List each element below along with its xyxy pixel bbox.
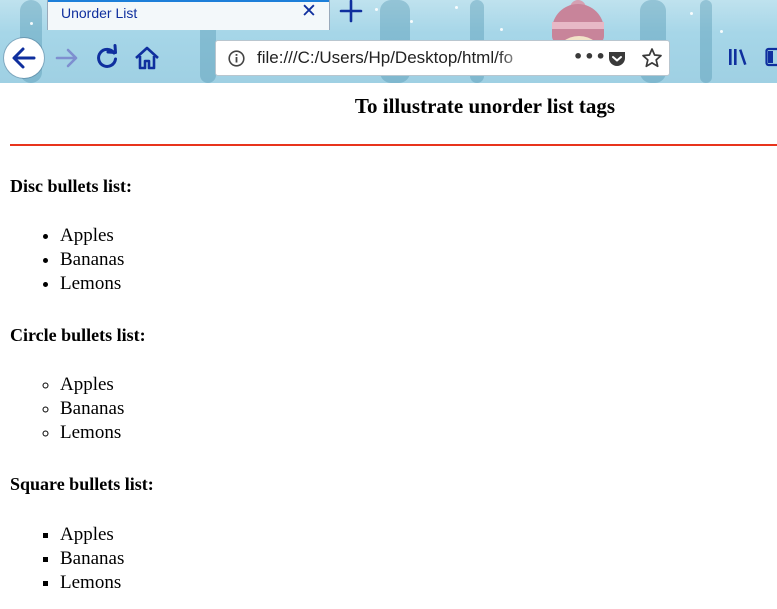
- list-item: Lemons: [60, 421, 124, 445]
- snowflake: [410, 20, 413, 23]
- reload-button[interactable]: [93, 44, 121, 72]
- plus-icon[interactable]: [338, 0, 364, 26]
- list-item: Apples: [60, 373, 124, 397]
- info-icon[interactable]: [228, 50, 245, 67]
- list-item: Apples: [60, 224, 124, 248]
- snowflake: [720, 30, 723, 33]
- list-item: Lemons: [60, 272, 124, 296]
- list-item: Lemons: [60, 571, 124, 595]
- horizontal-rule: [10, 144, 777, 146]
- url-input[interactable]: file:///C:/Users/Hp/Desktop/html/fo: [257, 47, 535, 69]
- list-item: Bananas: [60, 397, 124, 421]
- square-bullets-list: Apples Bananas Lemons: [20, 523, 124, 595]
- tab-title: Unorder List: [61, 5, 138, 21]
- home-button[interactable]: [133, 44, 161, 72]
- snowflake: [30, 22, 33, 25]
- disc-bullets-list: Apples Bananas Lemons: [20, 224, 124, 296]
- forward-arrow-icon: [55, 48, 78, 68]
- browser-toolbar: Unorder List ✕ file:///C:/Users/Hp/Deskt…: [0, 0, 777, 83]
- theme-tree: [700, 0, 712, 83]
- square-list-heading: Square bullets list:: [10, 474, 154, 494]
- snowflake: [455, 6, 458, 9]
- library-icon[interactable]: [727, 47, 749, 67]
- back-button[interactable]: [4, 38, 44, 78]
- list-item: Bananas: [60, 248, 124, 272]
- list-item: Apples: [60, 523, 124, 547]
- circle-bullets-list: Apples Bananas Lemons: [20, 373, 124, 445]
- circle-list-heading: Circle bullets list:: [10, 325, 146, 345]
- snowflake: [690, 12, 693, 15]
- home-icon: [135, 46, 159, 70]
- reload-icon: [97, 44, 117, 68]
- page-title: To illustrate unorder list tags: [354, 94, 616, 118]
- snowflake: [500, 28, 503, 31]
- bookmark-star-icon[interactable]: [641, 47, 663, 69]
- address-bar[interactable]: file:///C:/Users/Hp/Desktop/html/fo •••: [215, 40, 670, 76]
- sidebar-icon[interactable]: [765, 47, 777, 67]
- pocket-icon[interactable]: [607, 49, 627, 69]
- close-icon[interactable]: ✕: [301, 2, 317, 22]
- forward-button[interactable]: [53, 44, 81, 72]
- list-item: Bananas: [60, 547, 124, 571]
- disc-list-heading: Disc bullets list:: [10, 176, 133, 196]
- page-viewport: To illustrate unorder list tags Disc bul…: [0, 83, 777, 609]
- more-actions-icon[interactable]: •••: [573, 47, 607, 66]
- back-arrow-icon: [12, 47, 36, 69]
- snowflake: [375, 8, 378, 11]
- tab-unorder-list[interactable]: Unorder List ✕: [47, 0, 330, 30]
